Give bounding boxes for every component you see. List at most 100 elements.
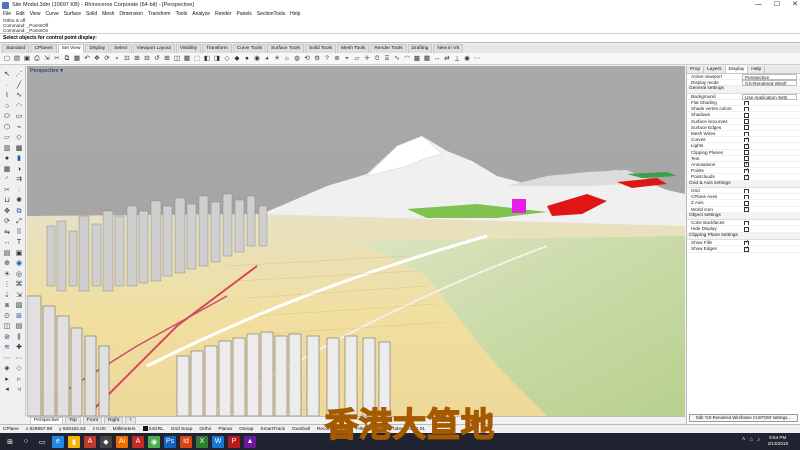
unchecked-checkbox-icon[interactable] [744,156,749,161]
word-icon[interactable]: W [212,435,224,448]
cplane-icon[interactable]: ◫ [1,322,13,333]
turntable-icon[interactable]: ⟲ [303,55,311,63]
menu-edit[interactable]: Edit [16,11,25,17]
render-icon[interactable]: ◉ [13,259,25,270]
search-icon[interactable]: ○ [20,436,32,448]
misc2-icon[interactable]: ⋯ [13,354,25,365]
group-icon[interactable]: ⧈ [1,301,13,312]
misc4-icon[interactable]: ◇ [13,364,25,375]
analyze-icon[interactable]: ⟂ [453,55,461,63]
gumball-icon[interactable]: ✛ [363,55,371,63]
tab-render-tools[interactable]: Render Tools [370,44,407,53]
box-icon[interactable]: ▩ [13,144,25,155]
perspective-viewport[interactable]: Perspective ▾ [27,66,685,416]
setting-value[interactable] [742,137,800,143]
menu-file[interactable]: File [3,11,11,17]
unchecked-checkbox-icon[interactable] [744,119,749,124]
setting-value[interactable]: Use Application Setti [742,94,797,100]
planar-icon[interactable]: ▱ [353,55,361,63]
loft-icon[interactable]: ◇ [13,133,25,144]
rebuild-icon[interactable]: ⌘ [13,280,25,291]
unchecked-checkbox-icon[interactable] [744,131,749,137]
toggle-gumball[interactable]: Gumball [292,427,310,432]
set-cplane-icon[interactable]: ◫ [173,55,181,63]
new-file-icon[interactable]: ▢ [3,55,11,63]
curve-icon[interactable]: ∿ [393,55,401,63]
setting-value[interactable] [742,194,800,200]
network-icon[interactable]: ⌂ [749,437,753,443]
status-layer[interactable]: 24GRL [142,426,164,432]
filter-icon[interactable]: ⌸ [383,55,391,63]
copy-icon[interactable]: ⧉ [13,207,25,218]
mesh-icon[interactable]: ▦ [423,55,431,63]
setting-value[interactable] [742,112,800,118]
setting-value[interactable] [742,150,800,155]
tab-curve-tools[interactable]: Curve Tools [232,44,267,53]
checked-checkbox-icon[interactable] [744,207,749,212]
plugin-icon[interactable]: ✚ [13,343,25,354]
select-arrow-icon[interactable]: ↖ [1,70,13,81]
tab-visibility[interactable]: Visibility [175,44,202,53]
extra-icon[interactable]: ⋯ [473,55,481,63]
windows-start-icon[interactable]: ⊞ [4,436,16,448]
toggle-grid-snap[interactable]: Grid Snap [171,427,193,432]
zoom-selected-icon[interactable]: ⊟ [143,55,151,63]
tab-display[interactable]: Display [85,44,110,53]
autocad-icon[interactable]: A [84,435,96,448]
chrome-icon[interactable]: ◉ [148,435,160,448]
tab-mesh-tools[interactable]: Mesh Tools [337,44,370,53]
select-points-icon[interactable]: ⋰ [13,70,25,81]
app-icon[interactable]: ▲ [244,435,256,448]
checked-checkbox-icon[interactable] [744,137,749,143]
setting-value[interactable] [742,168,800,174]
snap-icon[interactable]: ⌖ [343,55,351,63]
arc-icon[interactable]: ◠ [13,102,25,113]
tab-select[interactable]: Select [110,44,132,53]
curve-icon[interactable]: ∿ [13,91,25,102]
rotate-icon[interactable]: ⟳ [1,217,13,228]
indesign-icon[interactable]: Id [180,435,192,448]
tab-cplanes[interactable]: CPlanes [30,44,57,53]
viewport-label[interactable]: Perspective ▾ [30,68,63,74]
menu-curve[interactable]: Curve [45,11,58,17]
polygon-icon[interactable]: ⬡ [1,123,13,134]
panel-tab-help[interactable]: Help [748,66,766,73]
unchecked-checkbox-icon[interactable] [744,220,749,226]
tab-transform[interactable]: Transform [202,44,232,53]
clock[interactable]: 6:54 PM 2/13/2018 [768,435,788,447]
setting-value[interactable] [742,119,800,124]
task-view-icon[interactable]: ▭ [36,436,48,448]
boolean-icon[interactable]: ◑ [13,165,25,176]
toggle-planar[interactable]: Planar [218,427,232,432]
section-icon[interactable]: ⫼ [13,333,25,344]
light-icon[interactable]: ☀ [273,55,281,63]
status-units[interactable]: Millimeters [113,427,136,432]
checked-checkbox-icon[interactable] [744,240,749,246]
mesh-icon[interactable]: ▦ [1,165,13,176]
menu-dimension[interactable]: Dimension [119,11,143,17]
maximize-button[interactable]: ☐ [774,0,780,10]
shaded-icon[interactable]: ◆ [233,55,241,63]
misc3-icon[interactable]: ◈ [1,364,13,375]
print-icon[interactable]: ⎙ [33,55,41,63]
misc5-icon[interactable]: ▸ [1,375,13,386]
analyze-icon[interactable]: ⊕ [1,259,13,270]
checked-checkbox-icon[interactable] [744,143,749,149]
section-object-settings[interactable]: Object settings [687,212,800,221]
setting-value[interactable] [742,200,800,206]
text-icon[interactable]: T [13,238,25,249]
setting-value[interactable] [742,220,800,226]
illustrator-icon[interactable]: Ai [116,435,128,448]
menu-sectiontools[interactable]: SectionTools [257,11,285,17]
move-icon[interactable]: ✥ [1,207,13,218]
point-icon[interactable]: · [1,81,13,92]
setting-value[interactable] [742,100,800,106]
menu-mesh[interactable]: Mesh [102,11,114,17]
misc6-icon[interactable]: ▹ [13,375,25,386]
save-icon[interactable]: ▣ [23,55,31,63]
rotate-view-icon[interactable]: ⟳ [103,55,111,63]
setting-value[interactable] [742,156,800,161]
unchecked-checkbox-icon[interactable] [744,194,749,200]
material-icon[interactable]: ◕ [263,55,271,63]
toggle-smarttrack[interactable]: SmartTrack [260,427,285,432]
